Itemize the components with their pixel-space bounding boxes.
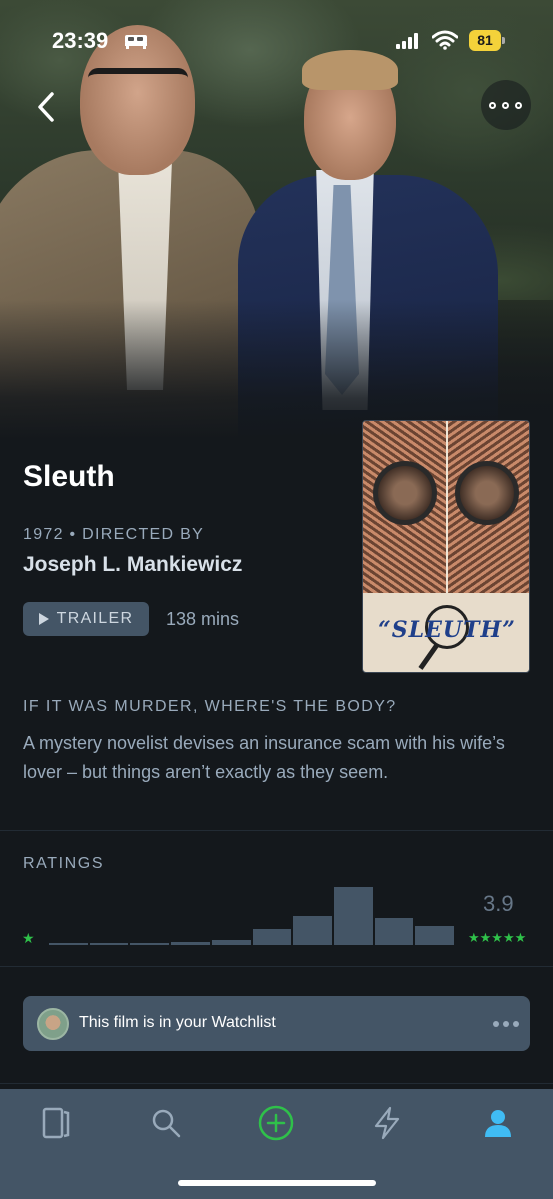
rating-bar-2[interactable] (89, 943, 129, 945)
watchlist-more-icon[interactable] (493, 1021, 519, 1027)
status-time: 23:39 (52, 28, 109, 53)
divider (0, 1083, 553, 1084)
more-options-button[interactable] (481, 80, 531, 130)
film-strip-icon (42, 1107, 70, 1139)
avatar (37, 1008, 69, 1040)
search-icon (152, 1109, 181, 1138)
film-poster[interactable]: “SLEUTH” (362, 420, 530, 673)
runtime: 138 mins (166, 609, 240, 629)
tab-add[interactable] (254, 1103, 298, 1143)
tab-films[interactable] (33, 1103, 77, 1143)
add-circle-icon (258, 1105, 294, 1141)
cellular-signal-icon (396, 33, 418, 49)
film-title: Sleuth (23, 460, 115, 493)
rating-bar-4[interactable] (171, 942, 210, 945)
rating-bar-5[interactable] (211, 940, 251, 945)
home-indicator[interactable] (178, 1180, 376, 1186)
battery-indicator: 81 (469, 30, 505, 51)
trailer-button[interactable]: TRAILER (23, 602, 149, 636)
trailer-label: TRAILER (56, 610, 134, 627)
rating-bar-10[interactable] (415, 926, 455, 945)
rating-bar-6[interactable] (252, 929, 292, 945)
five-star-max-icon: ★★★★★ (468, 930, 527, 945)
wifi-icon (432, 30, 458, 50)
rating-bar-7[interactable] (293, 916, 332, 945)
film-year-director-label[interactable]: 1972 • DIRECTED BY (23, 526, 204, 544)
rating-bar-1[interactable] (49, 943, 88, 945)
rating-bar-8[interactable] (333, 887, 373, 945)
average-rating: 3.9 (483, 891, 514, 916)
ratings-histogram[interactable] (49, 887, 455, 945)
activity-bolt-icon (374, 1106, 400, 1140)
watchlist-text: This film is in your Watchlist (79, 1014, 276, 1031)
poster-title-text: “SLEUTH” (378, 617, 516, 643)
film-tagline: IF IT WAS MURDER, WHERE'S THE BODY? (23, 698, 397, 715)
play-icon (38, 613, 49, 625)
tab-activity[interactable] (365, 1103, 409, 1143)
watchlist-banner[interactable]: This film is in your Watchlist (23, 996, 530, 1051)
profile-icon (485, 1110, 511, 1137)
battery-level: 81 (469, 30, 501, 51)
half-star-min-icon: ★ (22, 930, 35, 946)
hero-backdrop (0, 0, 553, 440)
back-chevron-icon[interactable] (28, 84, 68, 130)
rating-bar-3[interactable] (130, 943, 170, 945)
director-name[interactable]: Joseph L. Mankiewicz (23, 553, 242, 577)
sleep-focus-icon (125, 35, 147, 49)
ratings-heading: RATINGS (23, 855, 105, 872)
film-synopsis[interactable]: A mystery novelist devises an insurance … (23, 729, 523, 787)
rating-bar-9[interactable] (374, 918, 414, 945)
divider (0, 830, 553, 831)
divider (0, 966, 553, 967)
tab-search[interactable] (144, 1103, 188, 1143)
tab-profile[interactable] (476, 1103, 520, 1143)
